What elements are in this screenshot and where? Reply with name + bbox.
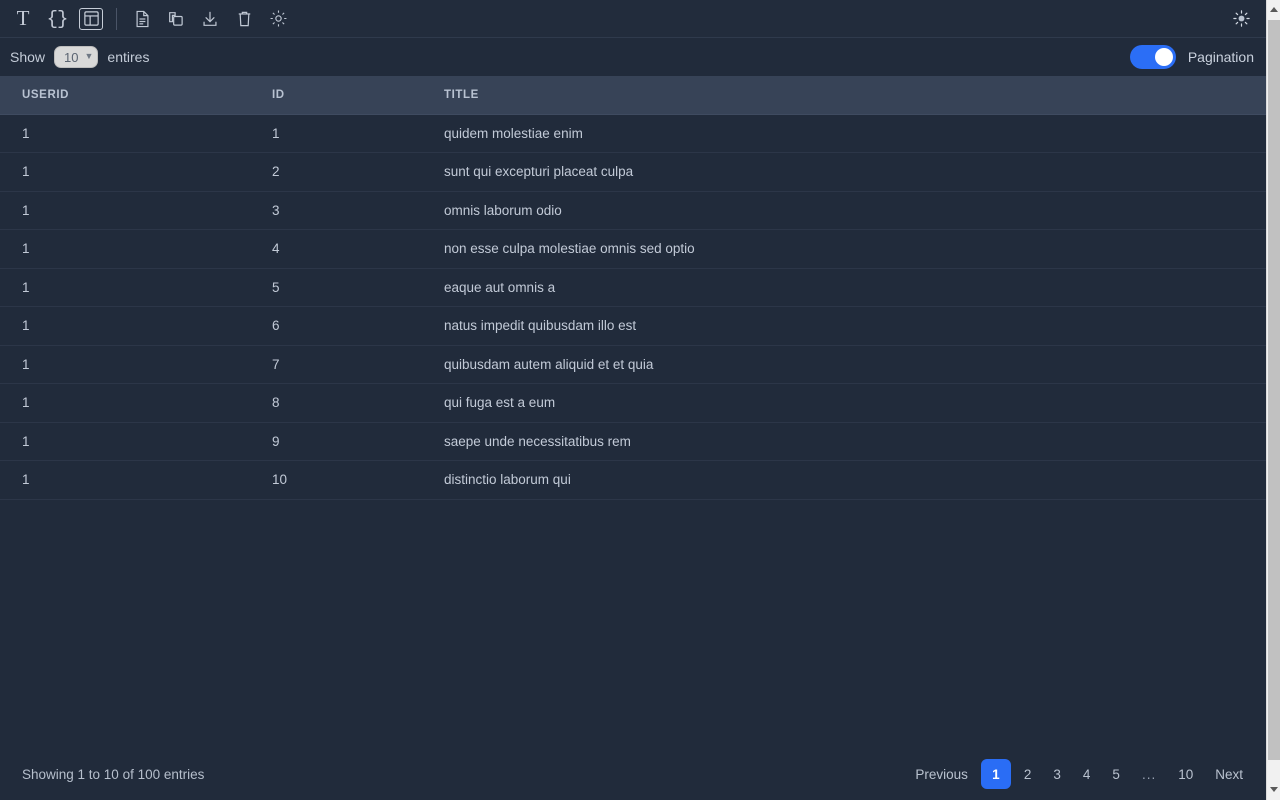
document-icon (134, 10, 151, 28)
table-view-button[interactable] (76, 5, 106, 33)
page-scrollbar[interactable] (1266, 0, 1280, 800)
cell-id: 9 (250, 422, 422, 461)
table-row[interactable]: 1 6 natus impedit quibusdam illo est (0, 306, 1266, 346)
page-length-select[interactable]: 10 ▼ (54, 46, 99, 68)
pager-page-5[interactable]: 5 (1103, 759, 1129, 789)
table-row[interactable]: 1 1 quidem molestiae enim (0, 114, 1266, 153)
show-entries-control: Show 10 ▼ entires (10, 46, 149, 68)
show-label: Show (10, 49, 46, 65)
cell-userid: 1 (0, 191, 250, 230)
table-footer: Showing 1 to 10 of 100 entries Previous 1… (0, 748, 1266, 800)
pager-next-button[interactable]: Next (1206, 759, 1252, 789)
pagination: Previous 1 2 3 4 5... 10 Next (906, 759, 1252, 789)
switch-knob (1154, 48, 1173, 66)
pager-page-4[interactable]: 4 (1074, 759, 1100, 789)
table-head: USERID ID TITLE (0, 76, 1266, 115)
cell-userid: 1 (0, 268, 250, 307)
cell-userid: 1 (0, 229, 250, 269)
table-controls: Show 10 ▼ entires Pagination (0, 38, 1266, 76)
chevron-down-icon: ▼ (84, 51, 94, 61)
table-header-row: USERID ID TITLE (0, 76, 1266, 115)
cell-userid: 1 (0, 422, 250, 461)
text-view-button[interactable]: T (8, 5, 38, 33)
cell-title: quidem molestiae enim (422, 114, 1266, 153)
cell-id: 4 (250, 229, 422, 269)
column-header-title[interactable]: TITLE (422, 76, 1266, 115)
cell-id: 8 (250, 383, 422, 423)
pager-page-2[interactable]: 2 (1015, 759, 1041, 789)
cell-title: distinctio laborum qui (422, 460, 1266, 500)
cell-title: sunt qui excepturi placeat culpa (422, 152, 1266, 192)
column-header-id[interactable]: ID (250, 76, 422, 115)
cell-userid: 1 (0, 306, 250, 346)
download-icon (201, 10, 219, 28)
cell-id: 2 (250, 152, 422, 192)
pager-page-1[interactable]: 1 (980, 759, 1011, 789)
cell-userid: 1 (0, 345, 250, 384)
action-tool-group (127, 5, 293, 33)
table-row[interactable]: 1 2 sunt qui excepturi placeat culpa (0, 152, 1266, 192)
cell-title: non esse culpa molestiae omnis sed optio (422, 229, 1266, 269)
sun-icon (1232, 9, 1251, 28)
gear-icon (269, 9, 288, 28)
table-row[interactable]: 1 8 qui fuga est a eum (0, 383, 1266, 423)
cell-id: 10 (250, 460, 422, 500)
cell-title: omnis laborum odio (422, 191, 1266, 230)
pager-page-10[interactable]: 10 (1169, 759, 1202, 789)
cell-id: 3 (250, 191, 422, 230)
json-view-button[interactable]: {} (42, 5, 72, 33)
table-icon (83, 10, 100, 27)
cell-title: qui fuga est a eum (422, 383, 1266, 423)
page-length-value: 10 (64, 49, 79, 65)
table-container: USERID ID TITLE 1 1 quidem molestiae enim 1… (0, 76, 1266, 748)
toolbar-divider (116, 7, 117, 30)
pagination-switch[interactable] (1129, 45, 1176, 69)
pagination-label: Pagination (1187, 49, 1254, 65)
scroll-up-arrow-icon[interactable] (1267, 2, 1280, 16)
text-icon: T (16, 6, 30, 30)
cell-title: quibusdam autem aliquid et et quia (422, 345, 1266, 384)
download-button[interactable] (195, 5, 225, 33)
table-row[interactable]: 1 10 distinctio laborum qui (0, 460, 1266, 500)
entries-status: Showing 1 to 10 of 100 entries (22, 766, 205, 782)
table-row[interactable]: 1 7 quibusdam autem aliquid et et quia (0, 345, 1266, 384)
app-root: T {} Show 10 ▼ entires Pagination USERID… (0, 0, 1266, 800)
table-row[interactable]: 1 5 eaque aut omnis a (0, 268, 1266, 307)
delete-button[interactable] (229, 5, 259, 33)
trash-icon (236, 10, 253, 28)
pager-page-3[interactable]: 3 (1044, 759, 1070, 789)
table-body: 1 1 quidem molestiae enim 1 2 sunt qui except… (0, 114, 1266, 500)
cell-userid: 1 (0, 383, 250, 423)
entries-label: entires (107, 49, 150, 65)
cell-userid: 1 (0, 460, 250, 500)
toolbar-right-group (1226, 0, 1256, 37)
cell-title: natus impedit quibusdam illo est (422, 306, 1266, 346)
scroll-down-arrow-icon[interactable] (1267, 782, 1280, 796)
theme-toggle-button[interactable] (1226, 5, 1256, 33)
view-tool-group: T {} (8, 5, 106, 33)
table-row[interactable]: 1 9 saepe unde necessitatibus rem (0, 422, 1266, 461)
copy-icon (167, 10, 185, 28)
table-row[interactable]: 1 3 omnis laborum odio (0, 191, 1266, 230)
braces-icon: {} (46, 7, 69, 30)
new-document-button[interactable] (127, 5, 157, 33)
settings-button[interactable] (263, 5, 293, 33)
cell-id: 5 (250, 268, 422, 307)
pagination-toggle-control: Pagination (1129, 45, 1254, 69)
table-row[interactable]: 1 4 non esse culpa molestiae omnis sed opt… (0, 229, 1266, 269)
pager-previous-button[interactable]: Previous (906, 759, 977, 789)
cell-title: saepe unde necessitatibus rem (422, 422, 1266, 461)
cell-id: 7 (250, 345, 422, 384)
scrollbar-thumb[interactable] (1268, 20, 1280, 760)
cell-userid: 1 (0, 114, 250, 153)
data-table: USERID ID TITLE 1 1 quidem molestiae enim 1… (0, 76, 1266, 500)
cell-id: 1 (250, 114, 422, 153)
column-header-userid[interactable]: USERID (0, 76, 250, 115)
pager-ellipsis: ... (1141, 766, 1157, 782)
cell-title: eaque aut omnis a (422, 268, 1266, 307)
cell-userid: 1 (0, 152, 250, 192)
cell-id: 6 (250, 306, 422, 346)
copy-button[interactable] (161, 5, 191, 33)
toolbar: T {} (0, 0, 1266, 38)
